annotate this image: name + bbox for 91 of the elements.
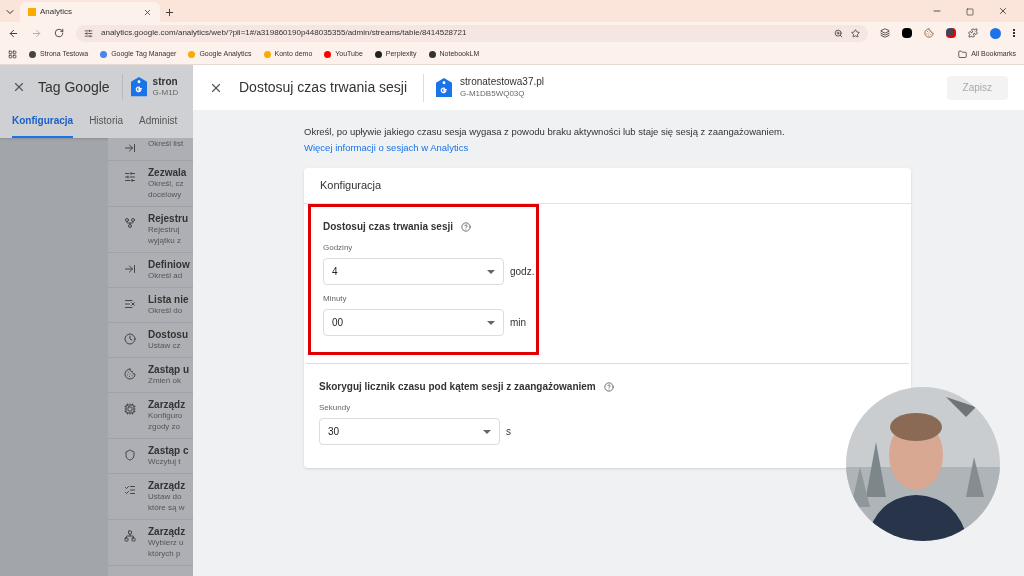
tag-id: G-M1D [152,88,179,99]
analytics-logo-icon [28,8,36,16]
setting-icon [124,142,136,154]
dropdown-field[interactable]: 00 [323,309,504,336]
section-heading: Skoryguj licznik czasu pod kątem sesji z zaangażowaniem [319,380,596,394]
setting-icon [124,449,136,461]
zoom-icon[interactable] [834,28,843,38]
setting-icon [124,217,136,229]
browser-tab[interactable]: Analytics [20,2,160,22]
unit-text: s [506,425,511,439]
setting-title: Definiow [148,259,190,270]
setting-title: Zarządz [148,526,186,537]
setting-icon [124,298,136,310]
setting-title: Zastąp c [148,445,189,456]
setting-description: Wczytuj t [148,456,182,467]
tab-title: Analytics [40,6,73,18]
tag-icon [130,77,147,97]
address-bar[interactable]: analytics.google.com/analytics/web/?pli=1#/a319860190p448035355/admin/streams/table/8414528721 [76,24,868,42]
close-tab-icon[interactable] [143,7,152,17]
setting-description: Konfiguro [148,410,184,421]
setting-title: Lista nie [148,294,189,305]
dropdown-caret-icon [487,269,495,274]
help-icon[interactable] [461,221,472,232]
dropdown-caret-icon [487,320,495,325]
setting-icon [124,333,136,345]
panel-tab[interactable]: Konfiguracja [12,113,74,138]
cookie-icon[interactable] [924,28,934,38]
setting-description: docelowy [148,189,183,200]
setting-icon [124,263,136,275]
card-title: Konfiguracja [304,168,911,204]
dialog-title: Dostosuj czas trwania sesji [239,78,408,97]
extension-icon[interactable] [880,28,890,38]
setting-icon [124,484,136,496]
unit-text: min [510,316,527,330]
reload-icon[interactable] [54,28,64,38]
learn-more-link[interactable]: Więcej informacji o sesjach w Analytics [304,142,469,153]
section-heading: Dostosuj czas trwania sesji [323,220,454,234]
panel-tab[interactable]: Historia [89,113,124,138]
site-settings-icon[interactable] [84,28,93,38]
panel-title: Tag Google [38,77,110,97]
tag-name: stron [152,75,179,89]
setting-title: Zezwala [148,167,187,178]
intro-text: Określ, po upływie jakiego czasu sesja wygasa z powodu braku aktywności lub staje się sesją z zaangażowaniem. Więcej informacji o sesjach w Analytics [304,125,786,155]
setting-description: Określ ad [148,270,184,281]
setting-description: których p [148,548,182,559]
setting-title: Rejestru [148,213,188,224]
setting-description: Rejestruj [148,224,181,235]
field-label: Sekundy [319,402,352,414]
close-window-icon[interactable] [998,6,1008,16]
setting-description: Określ list [148,138,184,149]
setting-description: Określ, cz [148,178,185,189]
setting-icon [124,403,136,415]
tag-id: G-M1DB5WQ03Q [460,88,526,99]
dropdown-field[interactable]: 4 [323,258,504,285]
apps-icon[interactable] [8,49,17,59]
setting-description: zgody zo [148,421,182,432]
tag-name: stronatestowa37.pl [460,76,544,89]
back-icon[interactable] [8,27,19,39]
url-text: analytics.google.com/analytics/web/?pli=1#/a319860190p448035355/admin/streams/table/8414528721 [101,27,468,39]
setting-icon [124,171,136,183]
field-label: Minuty [323,293,348,305]
profile-avatar[interactable] [990,27,1001,39]
dropdown-field[interactable]: 30 [319,418,500,445]
extensions-icon[interactable] [968,28,978,38]
setting-description: Zmień ok [148,375,182,386]
setting-description: Ustaw cz [148,340,182,351]
restore-icon[interactable] [966,8,974,16]
help-icon[interactable] [603,381,614,392]
folder-icon [958,49,968,59]
setting-icon [124,368,136,380]
dropdown-caret-icon [483,429,491,434]
field-label: Godziny [323,242,354,254]
panel-tab[interactable]: Administ [139,113,178,138]
setting-title: Zarządz [148,399,186,410]
setting-description: Wybierz u [148,537,185,548]
setting-description: wyjątku z [148,235,182,246]
setting-title: Zarządz [148,480,186,491]
setting-title: Dostosu [148,329,188,340]
setting-description: Określ do [148,305,184,316]
new-tab-icon[interactable] [164,7,175,18]
setting-icon [124,530,136,542]
menu-icon[interactable] [1013,29,1016,37]
setting-title: Zastąp u [148,364,190,375]
unit-text: godz. [510,265,535,279]
setting-description: Ustaw do [148,491,183,502]
notion-extension-icon[interactable] [902,28,912,38]
tag-icon [436,77,453,98]
setting-description: które są w [148,502,186,513]
bookmark-star-icon[interactable] [851,28,860,38]
close-icon[interactable] [12,80,26,94]
extension-icon[interactable] [946,28,956,38]
